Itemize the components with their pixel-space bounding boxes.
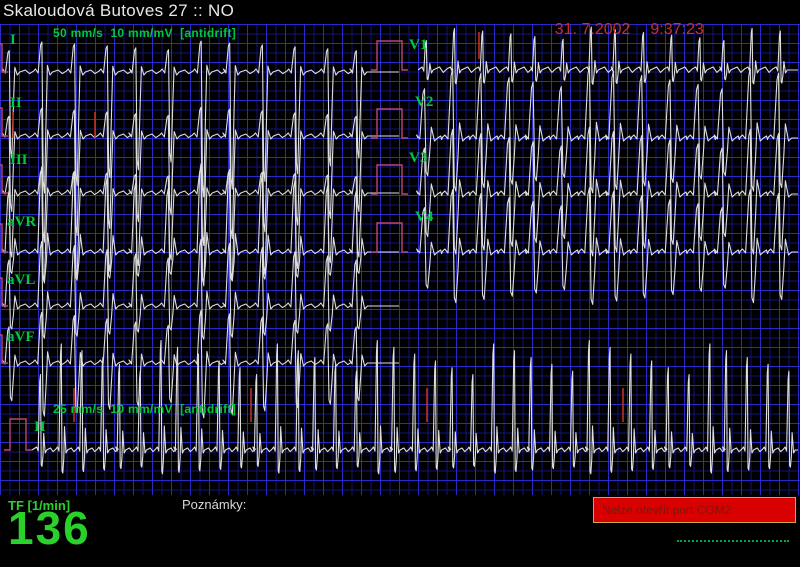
lead-label-v2-7: V2	[415, 94, 433, 110]
lead-label-i-0: I	[10, 32, 16, 48]
lead-label-v4-9: V4	[415, 209, 433, 225]
lead-label-ii-1: II	[10, 95, 22, 111]
com-port-alert[interactable]: Nelze otevřít port COM2	[593, 497, 796, 523]
sweep-settings-top: 50 mm/s 10 mm/mV [antidrift]	[53, 26, 236, 40]
ecg-trace-avr-3	[2, 164, 399, 283]
patient-title: Skaloudová Butoves 27 :: NO	[3, 1, 234, 21]
calibration-pulse-0	[371, 41, 408, 70]
lead-label-iii-2: III	[10, 152, 28, 168]
ecg-trace-iii-2	[2, 169, 399, 286]
heart-rate-value: 136	[8, 504, 91, 552]
calibration-pulse-2	[371, 165, 408, 194]
lead-label-ii-10: II	[34, 419, 46, 435]
ecg-traces-canvas	[0, 0, 800, 567]
ecg-trace-v2-7	[417, 67, 798, 193]
com-port-alert-text: Nelze otevřít port COM2	[602, 503, 731, 517]
ecg-application-window: IIIIIIaVRaVLaVFV1V2V3V4II Skaloudová But…	[0, 0, 800, 567]
sweep-settings-bottom: 25 mm/s 10 mm/mV [antidrift]	[53, 402, 236, 416]
recording-datetime: 31. 7.2002 9:37:23	[537, 3, 704, 57]
ecg-trace-v3-8	[417, 127, 798, 256]
ecg-trace-ii-1	[2, 107, 399, 245]
lead-label-v3-8: V3	[409, 150, 427, 166]
ecg-trace-i-0	[2, 41, 399, 197]
lead-label-avf-5: aVF	[7, 329, 35, 345]
notes-label: Poznámky:	[182, 497, 246, 512]
dotted-progress-line	[677, 540, 789, 542]
lead-label-v1-6: V1	[409, 37, 427, 53]
recording-time: 9:37:23	[650, 21, 703, 38]
ecg-trace-avl-4	[2, 239, 399, 339]
lead-label-avr-3: aVR	[7, 214, 36, 230]
calibration-pulse-1	[371, 109, 408, 138]
calibration-pulse-4	[4, 419, 32, 450]
calibration-pulse-3	[371, 223, 408, 252]
ecg-trace-v4-9	[417, 188, 798, 305]
recording-date: 31. 7.2002	[555, 21, 631, 38]
lead-label-avl-4: aVL	[7, 272, 35, 288]
calibration-pulse-7	[0, 165, 8, 193]
